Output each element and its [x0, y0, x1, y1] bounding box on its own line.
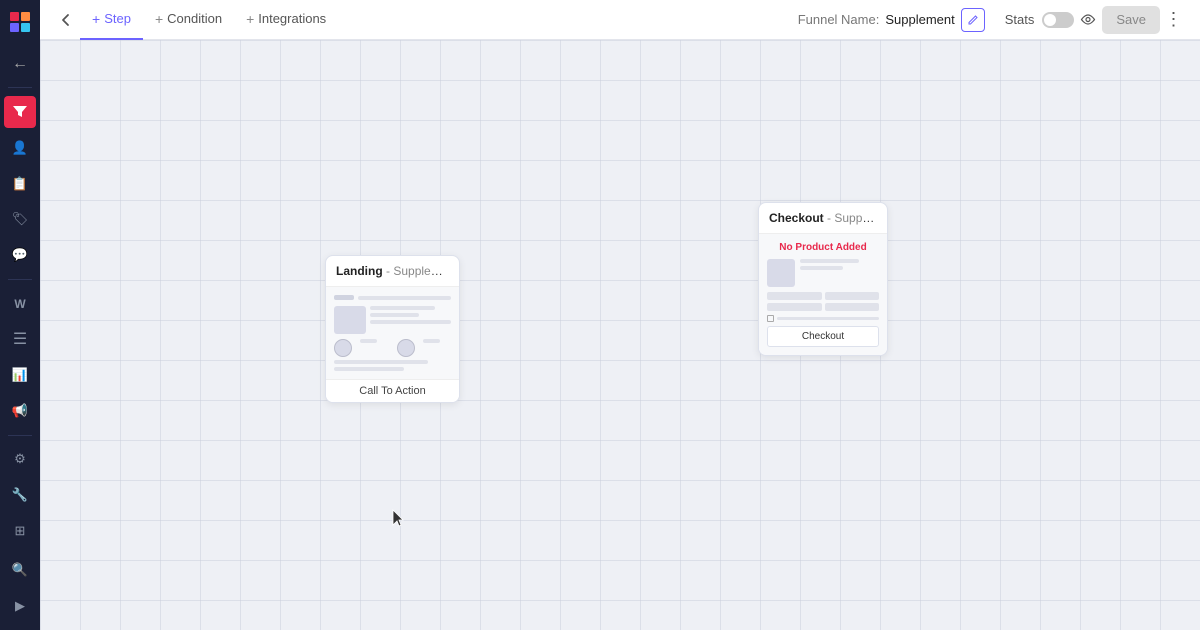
lp-circle-2 — [397, 339, 415, 357]
sidebar-item-products[interactable]: 🏷 — [4, 203, 36, 235]
tab-integrations[interactable]: + Integrations — [234, 0, 338, 40]
lp-line-4 — [334, 360, 428, 364]
checkout-product-image — [767, 259, 795, 287]
lp-image — [334, 306, 366, 334]
checkout-card-subtitle: - Supplement C... — [827, 211, 887, 225]
lp-circle-line-2 — [423, 339, 440, 343]
more-options-button[interactable]: ⋮ — [1160, 6, 1188, 34]
sidebar-item-funnels[interactable] — [4, 96, 36, 128]
sidebar-item-contacts[interactable]: 👤 — [4, 132, 36, 164]
tab-step[interactable]: + Step — [80, 0, 143, 40]
lp-line-sm — [358, 296, 451, 300]
sidebar-item-settings[interactable]: ⚙ — [4, 444, 36, 476]
checkout-button[interactable]: Checkout — [767, 326, 879, 347]
sidebar-item-wordpress[interactable]: W — [4, 288, 36, 320]
co-line-1 — [800, 259, 859, 263]
back-nav-icon[interactable]: ← — [4, 48, 36, 80]
sidebar-item-tools[interactable]: 🔧 — [4, 479, 36, 511]
landing-card-preview — [326, 287, 459, 379]
sidebar: ← 👤 📋 🏷 💬 W ☰ 📊 📢 ⚙ 🔧 ⊞ 🔍 ▶ — [0, 0, 40, 630]
sidebar-divider-3 — [8, 435, 32, 436]
lp-extra-lines — [334, 360, 451, 371]
preview-button[interactable] — [1074, 6, 1102, 34]
checkout-step-card[interactable]: Checkout - Supplement C... No Product Ad… — [758, 202, 888, 356]
checkout-checkbox-row — [767, 315, 879, 322]
lp-line-2 — [370, 313, 419, 317]
sidebar-item-play[interactable]: ▶ — [4, 590, 36, 622]
app-logo[interactable] — [6, 8, 34, 36]
save-button[interactable]: Save — [1102, 6, 1160, 34]
checkout-checkbox-line — [777, 317, 879, 320]
checkout-card-title: Checkout — [769, 211, 824, 225]
sidebar-item-pages[interactable]: 📋 — [4, 168, 36, 200]
lp-line-3 — [370, 320, 451, 324]
no-product-label: No Product Added — [767, 242, 879, 253]
sidebar-divider-2 — [8, 279, 32, 280]
toggle-knob — [1044, 14, 1056, 26]
sidebar-divider-1 — [8, 87, 32, 88]
sidebar-item-search[interactable]: 🔍 — [4, 555, 36, 587]
checkout-form-fields — [767, 292, 879, 311]
main-content: + Step + Condition + Integrations Funnel… — [40, 0, 1200, 630]
co-field-4 — [825, 303, 880, 311]
condition-plus-icon: + — [155, 11, 163, 27]
lp-text-lines — [370, 306, 451, 324]
co-field-3 — [767, 303, 822, 311]
sidebar-item-analytics[interactable]: 📊 — [4, 359, 36, 391]
stats-area: Stats — [1005, 12, 1075, 28]
edit-funnel-name-button[interactable] — [961, 8, 985, 32]
stats-toggle[interactable] — [1042, 12, 1074, 28]
landing-card-subtitle: - Supplement La... — [386, 264, 459, 278]
step-plus-icon: + — [92, 11, 100, 27]
funnel-name-label: Funnel Name: — [798, 12, 880, 27]
checkout-checkbox — [767, 315, 774, 322]
co-field-2 — [825, 292, 880, 300]
landing-card-title: Landing — [336, 264, 383, 278]
landing-preview-topbar — [334, 295, 451, 300]
sidebar-item-comments[interactable]: 💬 — [4, 239, 36, 271]
canvas[interactable]: Landing - Supplement La... — [40, 40, 1200, 630]
lp-circle-line-1 — [360, 339, 377, 343]
back-button[interactable] — [52, 6, 80, 34]
lp-circle-1 — [334, 339, 352, 357]
lp-line-1 — [370, 306, 435, 310]
checkout-product-lines — [800, 259, 879, 270]
topbar: + Step + Condition + Integrations Funnel… — [40, 0, 1200, 40]
lp-line-5 — [334, 367, 404, 371]
sidebar-item-broadcast[interactable]: 📢 — [4, 395, 36, 427]
tab-condition[interactable]: + Condition — [143, 0, 234, 40]
stats-label: Stats — [1005, 12, 1035, 27]
sidebar-item-integrations[interactable]: ⊞ — [4, 515, 36, 547]
mouse-cursor — [392, 509, 404, 527]
funnel-name-value: Supplement — [885, 12, 954, 27]
checkout-card-header: Checkout - Supplement C... — [759, 203, 887, 234]
landing-cta-button[interactable]: Call To Action — [326, 379, 459, 402]
funnel-name-area: Funnel Name: Supplement — [798, 8, 985, 32]
co-line-2 — [800, 266, 843, 270]
checkout-product-row — [767, 259, 879, 287]
checkout-card-preview: No Product Added — [759, 234, 887, 355]
lp-image-row — [334, 306, 451, 334]
landing-step-card[interactable]: Landing - Supplement La... — [325, 255, 460, 403]
co-field-1 — [767, 292, 822, 300]
integrations-plus-icon: + — [246, 11, 254, 27]
lp-dot-1 — [334, 295, 354, 300]
sidebar-item-automation[interactable]: ☰ — [4, 324, 36, 356]
landing-card-header: Landing - Supplement La... — [326, 256, 459, 287]
lp-circles-row — [334, 339, 451, 357]
